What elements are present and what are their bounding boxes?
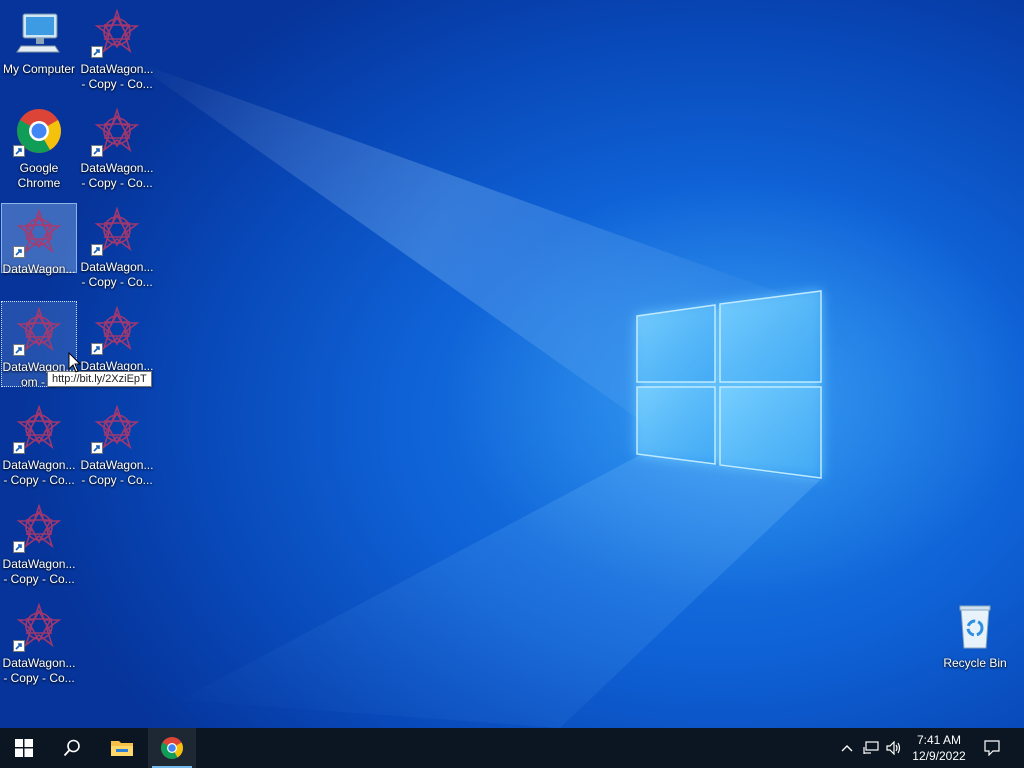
taskbar: 7:41 AM 12/9/2022 bbox=[0, 728, 1024, 768]
start-button[interactable] bbox=[0, 728, 48, 768]
desktop-icon-datawagon[interactable]: DataWagon... - Copy - Co... bbox=[79, 202, 155, 292]
datawagon-icon bbox=[91, 404, 141, 454]
shortcut-url-tooltip: http://bit.ly/2XziEpT bbox=[47, 371, 152, 387]
clock-date: 12/9/2022 bbox=[912, 749, 966, 763]
action-center-button[interactable] bbox=[978, 728, 1006, 768]
datawagon-icon bbox=[13, 208, 63, 258]
shortcut-arrow-icon bbox=[91, 244, 103, 256]
icon-label: DataWagon... bbox=[2, 262, 76, 276]
mouse-pointer-icon bbox=[68, 352, 82, 373]
shortcut-arrow-icon bbox=[91, 145, 103, 157]
desktop-icon-datawagon[interactable]: DataWagon... - Copy - Co... bbox=[79, 103, 155, 193]
datawagon-icon bbox=[13, 306, 63, 356]
desktop-icon-my-computer[interactable]: My Computer bbox=[1, 4, 77, 94]
desktop-icon-datawagon[interactable]: DataWagon... - Copy - Co... bbox=[79, 400, 155, 490]
search-button[interactable] bbox=[48, 728, 96, 768]
desktop-icon-datawagon[interactable]: DataWagon... - Copy - Co... bbox=[79, 4, 155, 94]
taskbar-file-explorer[interactable] bbox=[98, 728, 146, 768]
action-center-icon bbox=[984, 740, 1000, 756]
clock-time: 7:41 AM bbox=[916, 733, 962, 747]
shortcut-arrow-icon bbox=[13, 145, 25, 157]
chevron-up-icon bbox=[841, 745, 853, 752]
icon-label: DataWagon... - Copy - Co... bbox=[2, 557, 76, 586]
icon-label: DataWagon... - Copy - Co... bbox=[80, 161, 154, 190]
datawagon-icon bbox=[13, 404, 63, 454]
shortcut-arrow-icon bbox=[13, 541, 25, 553]
icon-label: My Computer bbox=[2, 62, 76, 76]
shortcut-arrow-icon bbox=[13, 442, 25, 454]
file-explorer-icon bbox=[111, 741, 133, 756]
desktop-icon-datawagon[interactable]: DataWagon... - Copy - Co... bbox=[1, 400, 77, 490]
chrome-icon bbox=[13, 107, 63, 157]
start-icon bbox=[15, 739, 33, 757]
datawagon-icon bbox=[91, 107, 141, 157]
icon-label: DataWagon... - Copy - Co... bbox=[2, 656, 76, 685]
desktop-icon-datawagon[interactable]: DataWagon... bbox=[1, 203, 77, 276]
icon-label: DataWagon... - Copy - Co... bbox=[2, 458, 76, 487]
icon-label: Recycle Bin bbox=[943, 656, 1007, 670]
computer-icon bbox=[15, 8, 63, 56]
volume-icon bbox=[886, 741, 901, 755]
desktop-icon-datawagon[interactable]: DataWagon... - Copy - Co... bbox=[1, 598, 77, 688]
search-icon bbox=[63, 739, 80, 757]
icon-label: DataWagon... - Copy - Co... bbox=[80, 62, 154, 91]
network-icon bbox=[863, 741, 879, 754]
datawagon-icon bbox=[13, 602, 63, 652]
system-clock[interactable]: 7:41 AM 12/9/2022 bbox=[904, 728, 974, 768]
icon-label: DataWagon... - Copy - Co... bbox=[80, 260, 154, 289]
shortcut-arrow-icon bbox=[13, 640, 25, 652]
show-hidden-icons-button[interactable] bbox=[838, 728, 856, 768]
desktop-icon-google-chrome[interactable]: Google Chrome bbox=[1, 103, 77, 193]
volume-tray-button[interactable] bbox=[884, 728, 904, 768]
icon-label: DataWagon... - Copy - Co... bbox=[80, 458, 154, 487]
desktop-icon-recycle-bin[interactable]: Recycle Bin bbox=[937, 598, 1013, 688]
datawagon-icon bbox=[91, 8, 141, 58]
chrome-icon bbox=[161, 737, 183, 759]
datawagon-icon bbox=[91, 305, 141, 355]
shortcut-arrow-icon bbox=[13, 344, 25, 356]
icon-label: Google Chrome bbox=[17, 161, 61, 190]
shortcut-arrow-icon bbox=[91, 442, 103, 454]
shortcut-arrow-icon bbox=[91, 343, 103, 355]
desktop-icon-datawagon[interactable]: DataWagon... - Copy - Co... bbox=[1, 499, 77, 589]
shortcut-arrow-icon bbox=[91, 46, 103, 58]
datawagon-icon bbox=[91, 206, 141, 256]
recycle-bin-icon bbox=[951, 602, 999, 650]
taskbar-chrome[interactable] bbox=[148, 728, 196, 768]
datawagon-icon bbox=[13, 503, 63, 553]
network-tray-button[interactable] bbox=[860, 728, 882, 768]
shortcut-arrow-icon bbox=[13, 246, 25, 258]
